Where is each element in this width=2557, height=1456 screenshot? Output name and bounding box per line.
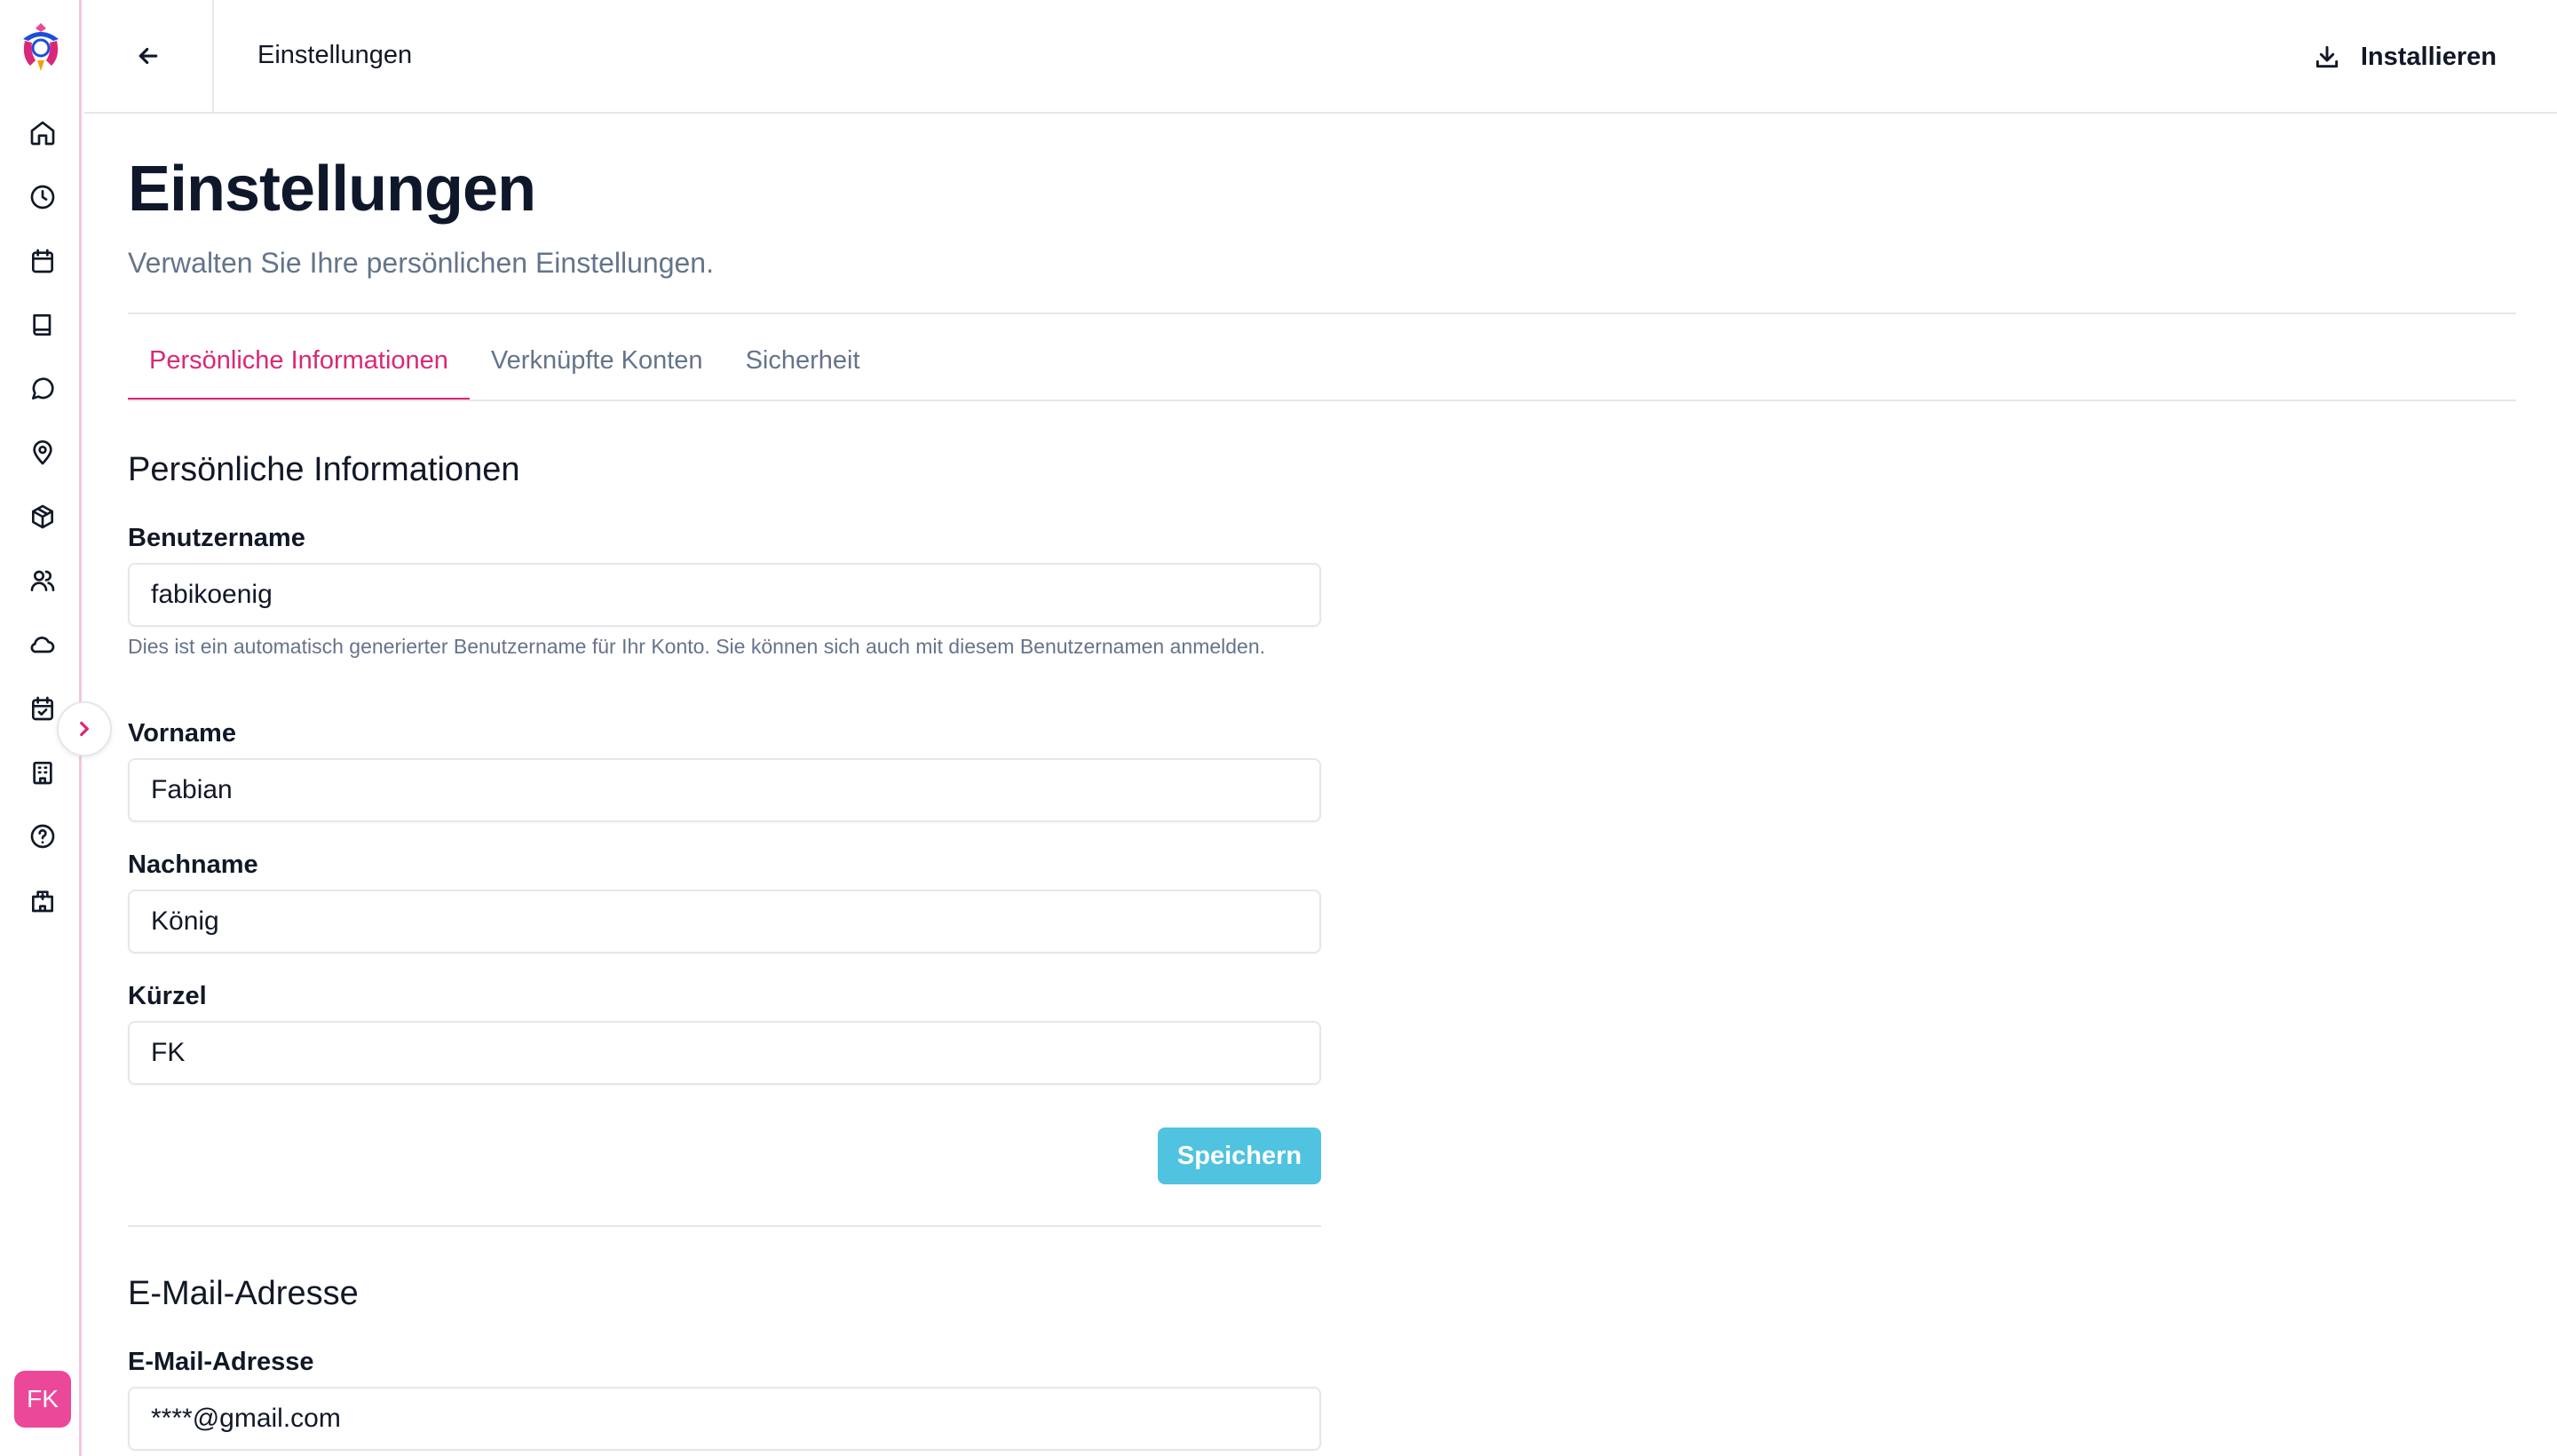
book-icon[interactable] xyxy=(25,307,60,343)
settings-tabs: Persönliche Informationen Verknüpfte Kon… xyxy=(128,336,882,401)
page-title: Einstellungen xyxy=(128,154,536,225)
sidebar-expand-button[interactable] xyxy=(57,701,112,756)
save-button[interactable]: Speichern xyxy=(1158,1128,1321,1184)
username-hint: Dies ist ein automatisch generierter Ben… xyxy=(128,635,1266,658)
download-icon xyxy=(2316,45,2339,68)
top-header: Einstellungen Installieren xyxy=(84,0,2557,114)
app-logo[interactable] xyxy=(18,21,64,75)
email-label: E-Mail-Adresse xyxy=(128,1348,314,1376)
map-pin-icon[interactable] xyxy=(25,435,60,471)
help-circle-icon[interactable] xyxy=(25,819,60,854)
building-icon[interactable] xyxy=(25,755,60,790)
message-circle-icon[interactable] xyxy=(25,371,60,407)
initials-input[interactable] xyxy=(128,1021,1321,1085)
username-input[interactable] xyxy=(128,563,1321,627)
tab-security[interactable]: Sicherheit xyxy=(724,336,882,401)
calendar-icon[interactable] xyxy=(25,243,60,279)
tabs-divider xyxy=(128,400,2516,401)
tab-personal-info[interactable]: Persönliche Informationen xyxy=(128,336,470,401)
calendar-check-icon[interactable] xyxy=(25,691,60,726)
email-input[interactable] xyxy=(128,1387,1321,1451)
hospital-icon[interactable] xyxy=(25,882,60,918)
firstname-input[interactable] xyxy=(128,758,1321,822)
username-label: Benutzername xyxy=(128,524,305,552)
user-avatar[interactable]: FK xyxy=(14,1371,71,1428)
lastname-input[interactable] xyxy=(128,890,1321,954)
package-icon[interactable] xyxy=(25,499,60,534)
install-button[interactable]: Installieren xyxy=(2313,36,2497,78)
chevron-right-icon xyxy=(80,721,89,737)
page-subtitle: Verwalten Sie Ihre persönlichen Einstell… xyxy=(128,247,714,279)
install-label: Installieren xyxy=(2360,42,2497,71)
header-title: Einstellungen xyxy=(257,41,413,69)
lastname-label: Nachname xyxy=(128,851,258,879)
personal-info-section-title: Persönliche Informationen xyxy=(128,451,520,488)
arrow-left-icon xyxy=(139,47,158,65)
cloud-icon[interactable] xyxy=(25,627,60,662)
firstname-label: Vorname xyxy=(128,719,236,748)
section-divider xyxy=(128,1225,1321,1227)
tab-linked-accounts[interactable]: Verknüpfte Konten xyxy=(470,336,724,401)
back-button[interactable] xyxy=(84,0,214,112)
divider xyxy=(128,313,2516,314)
initials-label: Kürzel xyxy=(128,982,207,1010)
home-icon[interactable] xyxy=(25,115,60,151)
email-section-title: E-Mail-Adresse xyxy=(128,1275,359,1312)
users-icon[interactable] xyxy=(25,563,60,598)
clock-icon[interactable] xyxy=(25,179,60,215)
